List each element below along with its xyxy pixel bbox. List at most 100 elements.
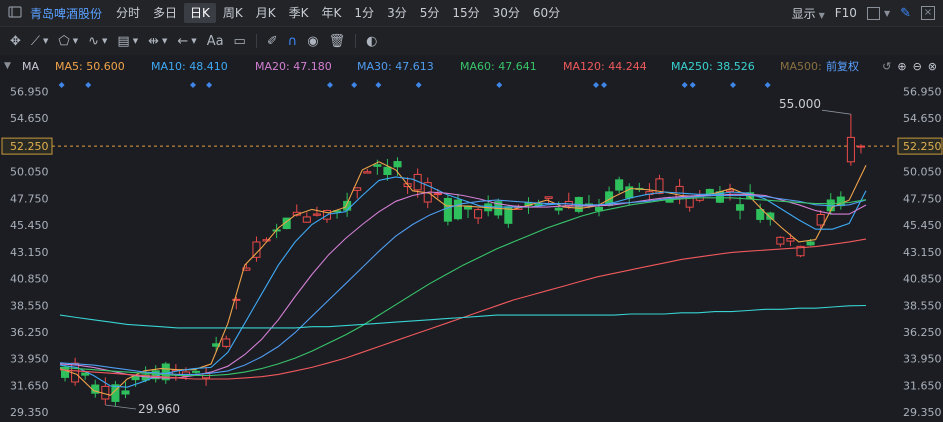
period-tab[interactable]: 月K xyxy=(250,3,282,23)
y-tick-label-left: 47.750 xyxy=(10,192,49,205)
ma5-label: MA5: 50.600 xyxy=(55,59,125,73)
low-annotation: 29.960 xyxy=(138,402,180,416)
eraser-icon[interactable]: ✐ xyxy=(267,34,278,49)
ma-legend-bar: ▼ MA MA5: 50.600 MA10: 48.410 MA20: 47.1… xyxy=(0,55,943,77)
period-tab[interactable]: 季K xyxy=(283,3,315,23)
y-tick-label-right: 43.150 xyxy=(903,246,942,259)
period-tab[interactable]: 周K xyxy=(217,3,249,23)
ma120-line xyxy=(59,238,867,380)
chevron-down-icon[interactable]: ▼ xyxy=(102,37,107,45)
y-tick-label-left: 36.250 xyxy=(10,326,49,339)
eye-icon[interactable]: ◉ xyxy=(307,34,318,49)
checkbox-icon[interactable] xyxy=(866,6,880,20)
event-diamond-icon xyxy=(496,82,503,88)
y-tick-label-left: 43.150 xyxy=(10,246,49,259)
candle-body xyxy=(393,161,402,168)
display-dropdown[interactable]: 显示 ▼ xyxy=(792,5,825,22)
ma500-label: MA500: xyxy=(780,59,822,73)
y-tick-label-right: 33.950 xyxy=(903,353,942,366)
ma60-line xyxy=(59,197,867,377)
adjust-dropdown[interactable]: 前复权 xyxy=(826,58,859,74)
chevron-down-icon[interactable]: ▼ xyxy=(162,37,167,45)
event-diamond-icon xyxy=(189,82,196,88)
candle-body xyxy=(302,216,311,223)
comment-icon[interactable]: ▭ xyxy=(234,34,246,49)
candle-body xyxy=(312,213,321,216)
candle-body xyxy=(816,214,825,226)
arrow-tool-icon[interactable]: ← xyxy=(177,34,188,49)
chevron-down-icon[interactable]: ▼ xyxy=(133,37,138,45)
candle-body xyxy=(363,171,372,174)
candle-body xyxy=(222,338,231,347)
candle-body xyxy=(61,366,70,378)
polyline-tool-icon[interactable]: ⬠ xyxy=(58,34,69,49)
y-tick-label-left: 56.950 xyxy=(10,86,49,99)
chevron-down-icon[interactable]: ▼ xyxy=(43,37,48,45)
y-tick-label-left: 38.550 xyxy=(10,299,49,312)
candle-body xyxy=(786,237,795,242)
close-box-icon[interactable]: × xyxy=(921,6,935,20)
period-tab[interactable]: 1分 xyxy=(348,3,380,23)
chevron-down-icon[interactable]: ▼ xyxy=(884,9,890,18)
ma60-label: MA60: 47.641 xyxy=(460,59,537,73)
crosshair-move-icon[interactable]: ✥ xyxy=(10,34,21,49)
f10-button[interactable]: F10 xyxy=(835,6,857,20)
trash-icon[interactable]: 🗑︎ xyxy=(329,34,346,49)
y-tick-label-right: 31.650 xyxy=(903,379,942,392)
event-diamond-icon xyxy=(85,82,92,88)
annotations: 55.000 29.960 xyxy=(105,97,851,416)
fib-tool-icon[interactable]: ▤ xyxy=(117,34,129,49)
y-tick-label-left: 54.650 xyxy=(10,112,49,125)
ma-controls: ↺ ⊕ ⊖ ⊗ xyxy=(882,60,937,73)
wave-tool-icon[interactable]: ∿ xyxy=(88,34,99,49)
y-tick-label-left: 29.350 xyxy=(10,406,49,419)
period-tab[interactable]: 30分 xyxy=(487,3,526,23)
event-diamond-icon xyxy=(206,82,213,88)
ma120-label: MA120: 44.244 xyxy=(563,59,647,73)
display-label: 显示 xyxy=(791,6,816,21)
period-tab[interactable]: 15分 xyxy=(446,3,485,23)
event-diamond-icon xyxy=(681,82,688,88)
drawing-toolbar: ✥ ⟋ ▼ ⬠ ▼ ∿ ▼ ▤ ▼ ⇹ ▼ ← ▼ Aa ▭ ✐ ∩ ◉ 🗑︎ … xyxy=(0,26,943,55)
candle-body xyxy=(846,136,855,163)
candle-body xyxy=(191,370,201,373)
add-icon[interactable]: ⊕ xyxy=(897,60,906,73)
text-tool[interactable]: Aa xyxy=(207,34,224,49)
measure-tool-icon[interactable]: ⇹ xyxy=(148,34,159,49)
candle-body xyxy=(806,241,815,246)
y-tick-label-left: 45.450 xyxy=(10,219,49,232)
period-tab[interactable]: 年K xyxy=(316,3,348,23)
chevron-down-icon[interactable]: ▼ xyxy=(191,37,196,45)
reset-icon[interactable]: ↺ xyxy=(882,60,891,73)
period-tab[interactable]: 5分 xyxy=(414,3,446,23)
event-diamond-icon xyxy=(601,82,608,88)
y-tick-label-right: 56.950 xyxy=(903,86,942,99)
y-tick-label-right: 54.650 xyxy=(903,112,942,125)
y-tick-label-right: 40.850 xyxy=(903,273,942,286)
remove-icon[interactable]: ⊖ xyxy=(913,60,922,73)
candle-body xyxy=(756,209,765,220)
current-price-label-left: 52.250 xyxy=(10,140,49,153)
period-tab[interactable]: 分时 xyxy=(110,3,146,23)
y-tick-label-left: 31.650 xyxy=(10,379,49,392)
magnet-icon[interactable]: ∩ xyxy=(288,34,298,49)
y-tick-label-right: 47.750 xyxy=(903,192,942,205)
period-tab[interactable]: 3分 xyxy=(381,3,413,23)
line-tool-icon[interactable]: ⟋ xyxy=(31,34,40,49)
collapse-icon[interactable]: ▼ xyxy=(4,61,11,71)
kline-chart[interactable]: 55.000 29.960 56.950 56.950 54.650 54.650 50.… xyxy=(0,77,943,422)
toggle-icon[interactable]: ◐ xyxy=(366,34,377,49)
close-circle-icon[interactable]: ⊗ xyxy=(928,60,937,73)
stock-name[interactable]: 青岛啤酒股份 xyxy=(30,5,102,22)
y-tick-label-right: 38.550 xyxy=(903,299,942,312)
candle-body xyxy=(232,298,241,301)
menu-icon[interactable] xyxy=(8,5,22,19)
period-tab[interactable]: 多日 xyxy=(147,3,183,23)
period-tab[interactable]: 60分 xyxy=(527,3,566,23)
candle-body xyxy=(705,188,714,195)
chevron-down-icon[interactable]: ▼ xyxy=(73,37,78,45)
period-tab-active[interactable]: 日K xyxy=(184,3,216,23)
ma-prefix[interactable]: MA xyxy=(22,60,39,73)
ma250-line xyxy=(59,304,867,329)
pen-icon[interactable]: ✎ xyxy=(900,6,911,21)
